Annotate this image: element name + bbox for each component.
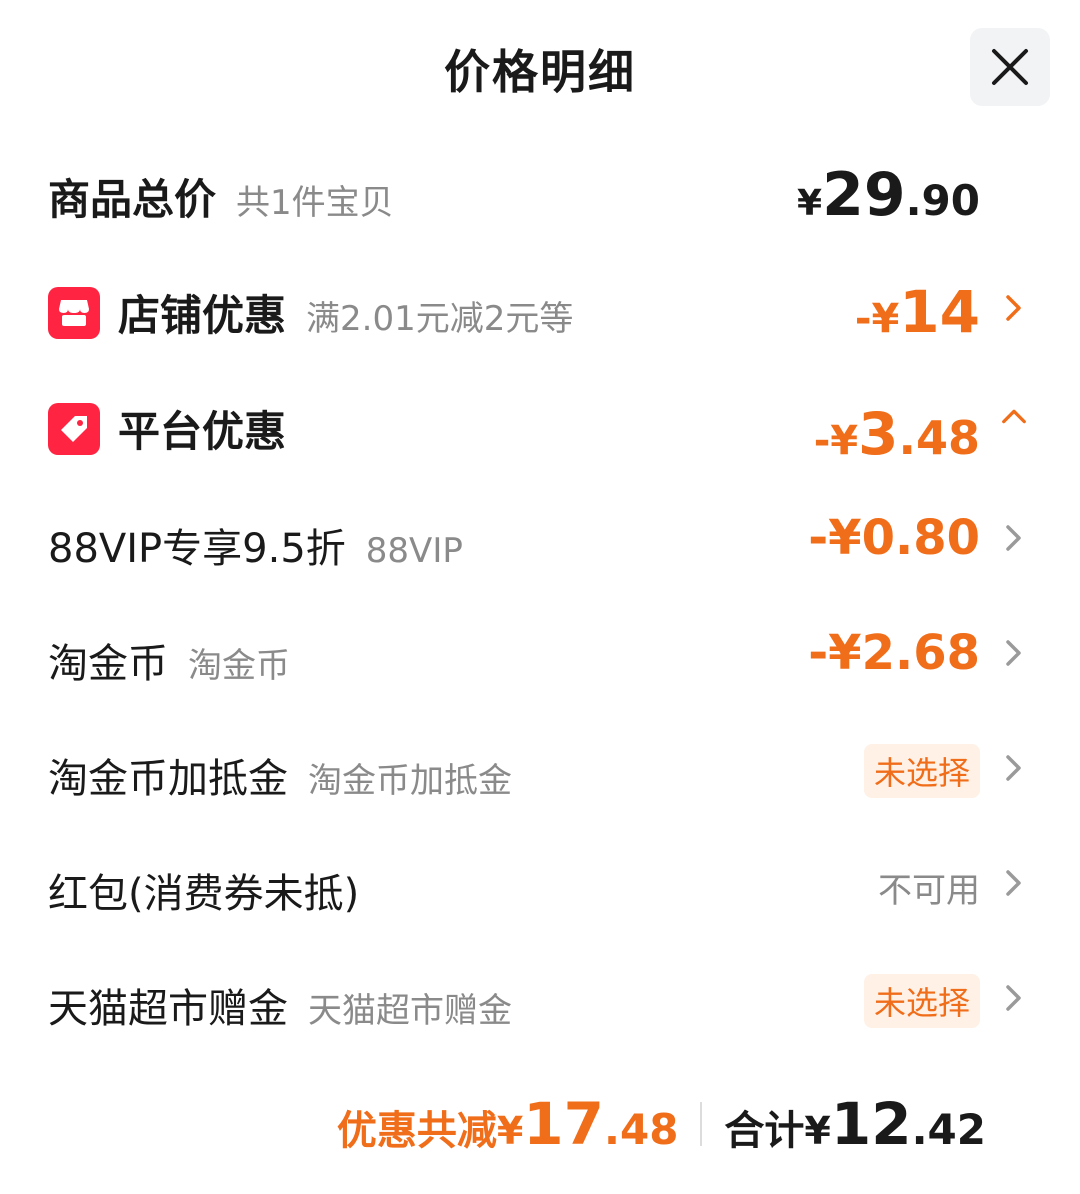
chevron-right-icon[interactable] [1000, 748, 1028, 788]
divider [700, 1102, 703, 1146]
vip-label: 88VIP专享9.5折 [48, 526, 346, 572]
sum-currency: ¥ [804, 1109, 831, 1153]
chevron-right-icon[interactable] [1000, 288, 1028, 328]
sheet-header: 价格明细 [0, 0, 1080, 135]
close-icon [992, 49, 1028, 85]
platform-prefix: -¥ [813, 418, 859, 464]
platform-label: 平台优惠 [118, 407, 287, 456]
platform-int: 3 [858, 400, 899, 468]
tmall-gift-label: 天猫超市赠金 [48, 986, 288, 1032]
row-taojinbi-bonus[interactable]: 淘金币加抵金 淘金币加抵金 未选择 [0, 740, 1080, 802]
row-taojinbi[interactable]: 淘金币 淘金币 -¥2.68 [0, 625, 1080, 687]
tag-icon [48, 402, 100, 455]
shop-label: 店铺优惠 [118, 291, 287, 340]
taojinbi-label: 淘金币 [48, 641, 168, 687]
total-dec: .90 [905, 176, 980, 225]
discount-int: 17 [523, 1090, 605, 1158]
platform-dec: .48 [898, 411, 981, 465]
red-packet-value: 不可用 [878, 871, 980, 911]
sum-dec: .42 [911, 1105, 986, 1154]
row-red-packet[interactable]: 红包(消费券未抵) 不可用 [0, 855, 1080, 917]
row-88vip[interactable]: 88VIP专享9.5折 88VIP -¥0.80 [0, 510, 1080, 572]
shop-sub: 满2.01元减2元等 [306, 299, 574, 339]
total-label: 商品总价 [48, 175, 217, 224]
chevron-right-icon[interactable] [1000, 633, 1028, 673]
row-total: 商品总价 共1件宝贝 ¥ 29 .90 [0, 160, 1080, 230]
red-packet-label: 红包(消费券未抵) [48, 871, 360, 917]
chevron-right-icon[interactable] [1000, 978, 1028, 1018]
tmall-gift-sub: 天猫超市赠金 [308, 991, 512, 1031]
sum-label: 合计 [724, 1108, 805, 1154]
status-badge: 未选择 [863, 744, 980, 798]
taojinbi-value: -¥2.68 [808, 625, 980, 681]
shop-int: 14 [899, 278, 980, 346]
close-button[interactable] [970, 28, 1050, 106]
total-int: 29 [822, 160, 906, 230]
chevron-right-icon[interactable] [1000, 863, 1028, 903]
taojinbi-bonus-label: 淘金币加抵金 [48, 756, 288, 802]
status-badge: 未选择 [863, 974, 980, 1028]
total-currency: ¥ [797, 183, 823, 224]
row-tmall-gift[interactable]: 天猫超市赠金 天猫超市赠金 未选择 [0, 970, 1080, 1032]
row-platform-discount[interactable]: 平台优惠 -¥ 3 .48 [0, 392, 1080, 468]
chevron-up-icon[interactable] [1000, 396, 1028, 436]
row-shop-discount[interactable]: 店铺优惠 满2.01元减2元等 -¥ 14 [0, 276, 1080, 346]
shop-icon [48, 286, 100, 339]
discount-label: 优惠共减 [336, 1108, 497, 1154]
total-sub: 共1件宝贝 [236, 183, 394, 223]
vip-sub: 88VIP [365, 531, 463, 571]
taojinbi-bonus-sub: 淘金币加抵金 [308, 761, 512, 801]
sum-int: 12 [830, 1090, 912, 1158]
taojinbi-sub: 淘金币 [188, 646, 290, 686]
vip-value: -¥0.80 [808, 510, 980, 566]
price-summary: 优惠共减 ¥ 17 .48 合计 ¥ 12 .42 [337, 1090, 986, 1158]
page-title: 价格明细 [444, 45, 636, 99]
chevron-right-icon[interactable] [1000, 518, 1028, 558]
shop-prefix: -¥ [854, 296, 900, 342]
discount-dec: .48 [604, 1105, 679, 1154]
discount-currency: ¥ [496, 1109, 524, 1153]
